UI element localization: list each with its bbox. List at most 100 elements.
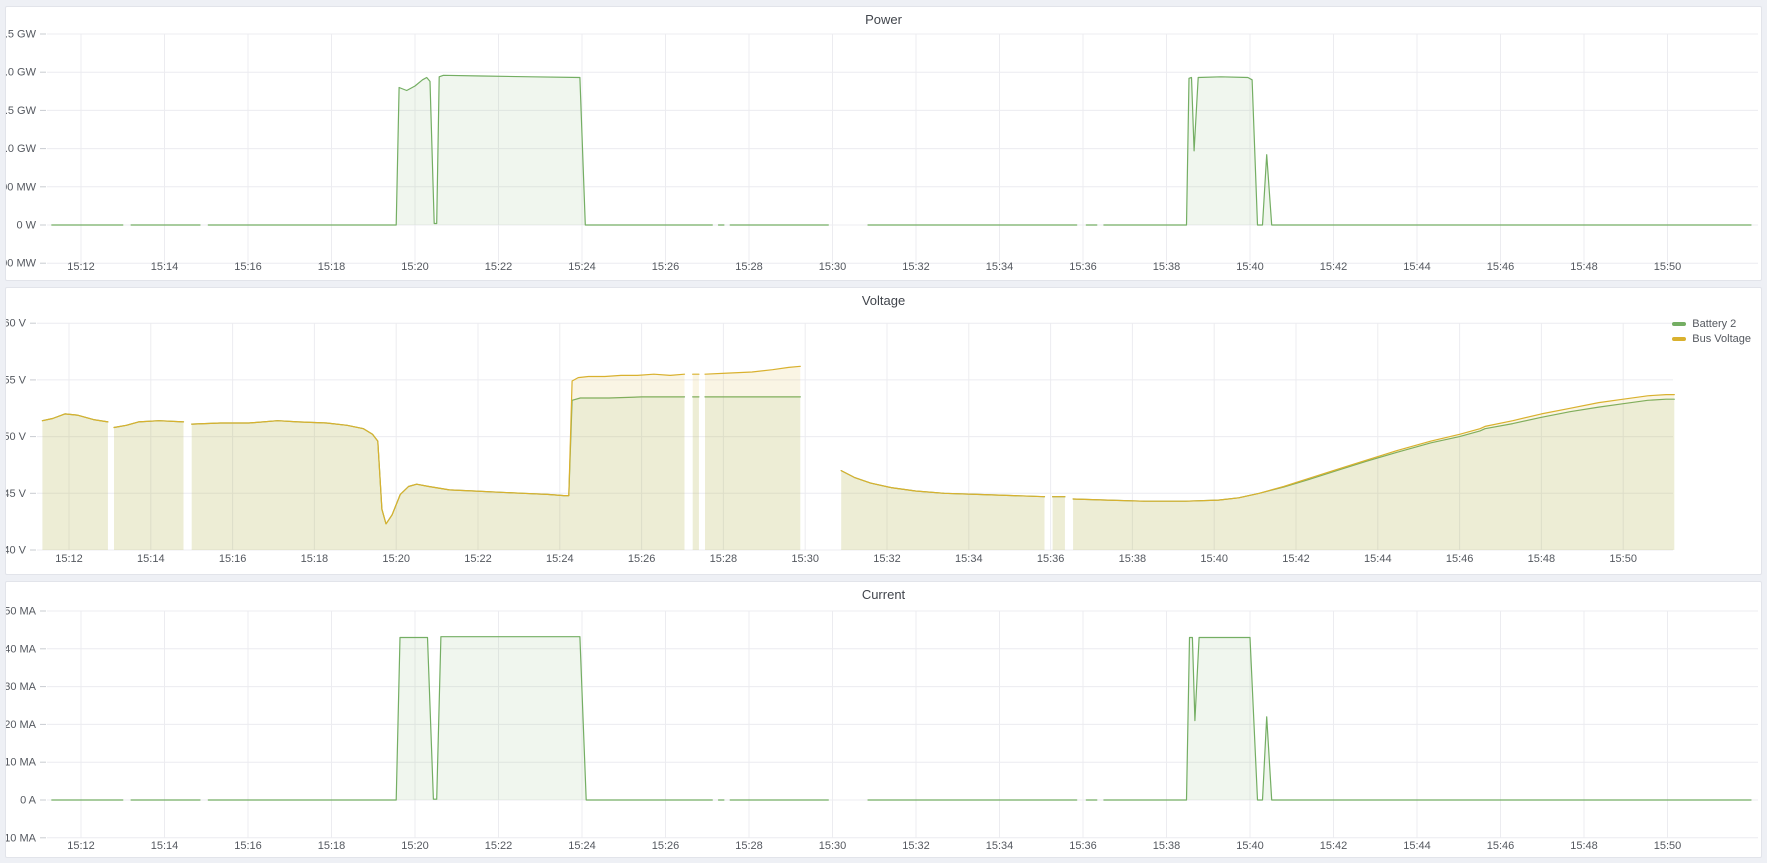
current-chart-canvas[interactable]: 50 MA40 MA30 MA20 MA10 MA0 A-10 MA15:121… [6,582,1761,857]
x-axis-tick-label: 15:50 [1609,553,1637,565]
x-axis-tick-label: 15:14 [151,261,179,273]
x-axis-tick-label: 15:22 [485,261,513,273]
y-axis-tick-label: 2.5 GW [6,29,37,41]
bus-voltage-series-fill [693,374,699,550]
y-axis-tick-label: 0 A [20,795,37,807]
current-panel: Current 50 MA40 MA30 MA20 MA10 MA0 A-10 … [5,581,1762,858]
x-axis-tick-label: 15:32 [873,553,901,565]
x-axis-tick-label: 15:38 [1153,261,1181,273]
x-axis-tick-label: 15:12 [55,553,83,565]
bus-voltage-series-fill [42,414,108,550]
x-axis-tick-label: 15:48 [1570,261,1598,273]
y-axis-tick-label: 20 MA [6,719,37,731]
x-axis-tick-label: 15:46 [1487,840,1515,852]
x-axis-tick-label: 15:24 [568,261,596,273]
dashboard: Power 2.5 GW2.0 GW1.5 GW1.0 GW500 MW0 W-… [0,0,1767,863]
x-axis-tick-label: 15:26 [652,261,680,273]
y-axis-tick-label: 50 MA [6,606,37,618]
x-axis-tick-label: 15:20 [401,261,429,273]
y-axis-tick-label: -10 MA [6,832,37,844]
voltage-panel: Voltage 60 V55 V50 V45 V40 V15:1215:1415… [5,287,1762,575]
bus-voltage-series-fill [841,471,1044,550]
current-series-fill [208,637,712,800]
y-axis-tick-label: 45 V [6,488,27,500]
x-axis-tick-label: 15:28 [735,840,763,852]
voltage-chart-canvas[interactable]: 60 V 55 V 50 V 45 V 40 V 15:12 15:14 15:16 15:18… [6,288,1761,574]
y-axis-tick-label: -500 MW [6,258,37,270]
y-axis-tick-label: 2.0 GW [6,67,37,79]
x-axis-tick-label: 15:30 [819,261,847,273]
x-axis-tick-label: 15:38 [1119,553,1147,565]
y-axis-tick-label: 1.5 GW [6,105,37,117]
series-area [52,75,1751,225]
y-axis-tick-label: 55 V [6,374,27,386]
gridlines [40,611,1758,838]
x-axis-tick-label: 15:26 [652,840,680,852]
x-axis-tick-label: 15:38 [1153,840,1181,852]
power-chart-canvas[interactable]: 2.5 GW 2.0 GW 1.5 GW 1.0 GW 500 MW 0 W -500 MW… [6,7,1761,280]
x-axis-tick-label: 15:14 [137,553,165,565]
x-axis-tick-label: 15:34 [986,261,1014,273]
x-axis-tick-label: 15:42 [1320,840,1348,852]
x-axis-tick-label: 15:34 [955,553,983,565]
x-axis-tick-label: 15:16 [219,553,247,565]
bus-voltage-series-fill [1053,497,1065,550]
x-axis-tick-label: 15:16 [234,261,262,273]
x-axis-tick-label: 15:46 [1446,553,1474,565]
x-axis-tick-label: 15:46 [1487,261,1515,273]
x-axis-tick-label: 15:36 [1037,553,1065,565]
y-axis-tick-label: 0 W [16,220,36,232]
series-area [42,366,1674,550]
x-axis-tick-label: 15:44 [1403,840,1431,852]
legend-item-bus-voltage[interactable]: Bus Voltage [1672,333,1751,345]
x-axis-tick-label: 15:32 [902,840,930,852]
x-axis-tick-label: 15:36 [1069,840,1097,852]
x-axis-tick-label: 15:32 [902,261,930,273]
y-axis-tick-label: 60 V [6,318,27,330]
y-axis-tick-label: 10 MA [6,757,37,769]
x-axis-tick-label: 15:18 [301,553,329,565]
x-axis-tick-label: 15:12 [67,261,95,273]
y-axis-tick-label: 40 MA [6,643,37,655]
x-axis-tick-label: 15:24 [568,840,596,852]
y-axis-tick-label: 500 MW [6,181,37,193]
x-axis-tick-label: 15:28 [710,553,738,565]
x-axis-tick-label: 15:30 [819,840,847,852]
x-axis-tick-label: 15:42 [1282,553,1310,565]
x-axis-tick-label: 15:48 [1528,553,1556,565]
x-axis-tick-label: 15:22 [485,840,513,852]
power-series-fill [208,75,712,225]
x-axis-tick-label: 15:18 [318,261,346,273]
bus-voltage-series-fill [192,374,685,550]
bus-voltage-series-fill [1073,395,1674,550]
gridlines [40,34,1758,263]
current-series-fill [1104,638,1751,801]
bus-voltage-series-fill [114,421,184,550]
y-axis-tick-label: 40 V [6,545,27,557]
x-axis-tick-label: 15:40 [1236,261,1264,273]
y-axis-tick-label: 50 V [6,431,27,443]
x-axis-tick-label: 15:36 [1069,261,1097,273]
x-axis-tick-label: 15:22 [464,553,492,565]
axis-tick-labels: 2.5 GW 2.0 GW 1.5 GW 1.0 GW 500 MW 0 W -500 MW… [6,29,1681,274]
axis-tick-labels: 50 MA40 MA30 MA20 MA10 MA0 A-10 MA15:121… [6,606,1681,853]
legend-item-battery-2[interactable]: Battery 2 [1672,318,1751,330]
y-axis-tick-label: 1.0 GW [6,143,37,155]
x-axis-tick-label: 15:48 [1570,840,1598,852]
x-axis-tick-label: 15:34 [986,840,1014,852]
legend-label-battery-2: Battery 2 [1692,318,1736,330]
x-axis-tick-label: 15:40 [1236,840,1264,852]
x-axis-tick-label: 15:18 [318,840,346,852]
x-axis-tick-label: 15:50 [1654,261,1682,273]
battery-2-series-swatch [1672,322,1686,326]
series-area [52,637,1751,800]
x-axis-tick-label: 15:24 [546,553,574,565]
x-axis-tick-label: 15:50 [1654,840,1682,852]
bus-voltage-series-fill [705,366,800,550]
x-axis-tick-label: 15:28 [735,261,763,273]
x-axis-tick-label: 15:20 [401,840,429,852]
legend-label-bus-voltage: Bus Voltage [1692,333,1751,345]
x-axis-tick-label: 15:14 [151,840,179,852]
x-axis-tick-label: 15:44 [1403,261,1431,273]
bus-voltage-series-swatch [1672,337,1686,341]
